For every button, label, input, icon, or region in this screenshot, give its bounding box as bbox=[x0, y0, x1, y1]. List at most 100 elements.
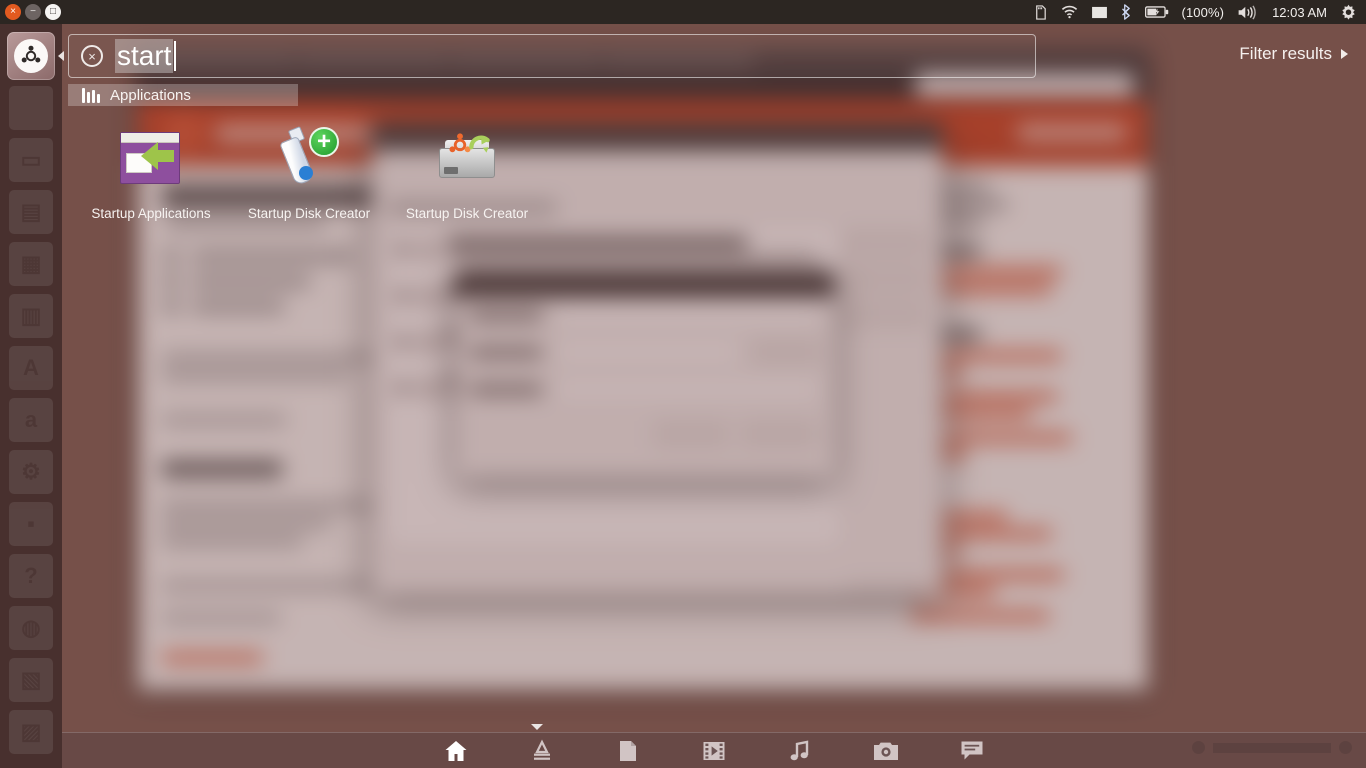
page-paragraph bbox=[162, 613, 280, 623]
result-label: Startup Disk Creator bbox=[247, 206, 371, 221]
startup-item-icon bbox=[420, 241, 437, 259]
launcher-item-system-settings[interactable]: ⚙ bbox=[7, 448, 55, 496]
minimize-icon[interactable]: − bbox=[25, 4, 41, 20]
launcher-item-software-center[interactable]: A bbox=[7, 344, 55, 392]
dash-lens-bar[interactable] bbox=[62, 732, 1366, 768]
startup-list-item bbox=[387, 227, 840, 273]
dialog-comment-row bbox=[456, 371, 834, 407]
dialog-actions bbox=[456, 407, 834, 461]
usb-creator-gtk-icon: + bbox=[277, 126, 341, 190]
launcher-item-terminal[interactable]: ▪ bbox=[7, 500, 55, 548]
maximize-icon[interactable]: □ bbox=[45, 4, 61, 20]
launcher-item-list[interactable]: ▭ ▤ ▦ ▥ Aa ⚙ ▪? ◍ ▧ ▨ bbox=[0, 84, 62, 756]
meta-icon bbox=[162, 299, 180, 313]
launcher-item-help-tile: ? bbox=[9, 554, 53, 598]
launcher-item-libreoffice-calc[interactable]: ▦ bbox=[7, 240, 55, 288]
meta-icon bbox=[162, 249, 180, 263]
dialog-command-input bbox=[554, 341, 740, 363]
lens-applications[interactable] bbox=[529, 738, 555, 764]
dialog-name-label bbox=[470, 309, 542, 321]
battery-icon[interactable] bbox=[1144, 5, 1169, 19]
lens-photos[interactable] bbox=[873, 738, 899, 764]
startup-add-button bbox=[842, 230, 926, 256]
panel-indicators[interactable]: (100%) 12:03 AM bbox=[1033, 4, 1366, 21]
top-panel[interactable]: × − □ (100%) 12:03 AM bbox=[0, 0, 1366, 24]
category-label: Applications bbox=[110, 86, 191, 104]
launcher-item-terminal-tile: ▪ bbox=[9, 502, 53, 546]
category-header-applications[interactable]: Applications bbox=[68, 84, 1348, 106]
startup-edit-button bbox=[842, 302, 926, 328]
dialog-comment-input bbox=[554, 378, 820, 400]
bluetooth-icon[interactable] bbox=[1121, 4, 1132, 20]
launcher-item-libreoffice-calc-tile: ▦ bbox=[9, 242, 53, 286]
clear-search-icon[interactable]: × bbox=[81, 45, 103, 67]
lens-video[interactable] bbox=[701, 738, 727, 764]
dialog-name-row bbox=[456, 297, 834, 333]
launcher-item-firefox[interactable] bbox=[7, 84, 55, 132]
site-action-button bbox=[1018, 124, 1126, 141]
startup-close-button bbox=[848, 582, 926, 594]
status-dot bbox=[1192, 741, 1205, 754]
lens-messages[interactable] bbox=[959, 738, 985, 764]
backdrop-blur-layer bbox=[0, 0, 1366, 768]
dialog-cancel-button bbox=[654, 421, 728, 447]
startup-item-icon bbox=[420, 379, 437, 397]
launcher-item-firefox-tile bbox=[9, 86, 53, 130]
result-label: Startup Applications bbox=[91, 206, 211, 221]
result-label: Startup Disk Creator bbox=[405, 206, 529, 221]
search-input[interactable]: × start bbox=[68, 34, 1036, 78]
search-input-value[interactable]: start bbox=[115, 39, 174, 73]
launcher-item-libreoffice-impress[interactable]: ▥ bbox=[7, 292, 55, 340]
page-paragraph bbox=[162, 415, 286, 425]
meta-text bbox=[192, 300, 284, 312]
page-paragraph bbox=[162, 537, 302, 547]
dialog-name-input bbox=[554, 304, 820, 326]
status-text bbox=[1213, 742, 1331, 753]
session-gear-icon[interactable] bbox=[1340, 4, 1357, 21]
launcher-item-startup-disk-creator[interactable]: ◍ bbox=[7, 604, 55, 652]
clock-label[interactable]: 12:03 AM bbox=[1272, 5, 1327, 20]
dialog-comment-label bbox=[470, 383, 542, 395]
launcher-item-files[interactable]: ▭ bbox=[7, 136, 55, 184]
battery-percent-label: (100%) bbox=[1181, 4, 1225, 20]
network-wifi-icon[interactable] bbox=[1061, 5, 1078, 19]
lens-files[interactable] bbox=[615, 738, 641, 764]
result-item[interactable]: + Startup Disk Creator bbox=[230, 118, 388, 221]
volume-icon[interactable] bbox=[1237, 4, 1259, 20]
startup-checkbox bbox=[396, 335, 410, 349]
sidebar-link bbox=[911, 611, 1049, 621]
search-results[interactable]: Startup Applications + Startup Disk Crea… bbox=[72, 118, 546, 221]
unity-launcher[interactable]: ▭ ▤ ▦ ▥ Aa ⚙ ▪? ◍ ▧ ▨ bbox=[0, 24, 64, 768]
launcher-item-libreoffice-writer-tile: ▤ bbox=[9, 190, 53, 234]
meta-text bbox=[192, 275, 310, 287]
page-sidebar bbox=[911, 176, 1126, 628]
startup-checkbox bbox=[396, 381, 410, 395]
launcher-item-trash[interactable]: ▨ bbox=[7, 708, 55, 756]
launcher-item-startup-disk-creator-tile: ◍ bbox=[9, 606, 53, 650]
launcher-item-files-tile: ▭ bbox=[9, 138, 53, 182]
launcher-item-help[interactable]: ? bbox=[7, 552, 55, 600]
dialog-browse-button bbox=[752, 340, 820, 364]
launcher-item-amazon[interactable]: a bbox=[7, 396, 55, 444]
applications-lens-icon bbox=[82, 87, 100, 103]
launcher-item-libreoffice-writer[interactable]: ▤ bbox=[7, 188, 55, 236]
launcher-item-workspace-switcher[interactable]: ▧ bbox=[7, 656, 55, 704]
media-sd-card-icon[interactable] bbox=[1033, 4, 1048, 20]
meta-text bbox=[192, 250, 352, 262]
window-controls[interactable]: × − □ bbox=[0, 4, 61, 20]
plus-badge-icon: + bbox=[309, 127, 339, 157]
close-icon[interactable]: × bbox=[5, 4, 21, 20]
lens-music[interactable] bbox=[787, 738, 813, 764]
add-startup-program-dialog bbox=[456, 271, 834, 477]
filter-results-button[interactable]: Filter results bbox=[1239, 44, 1348, 64]
lens-home[interactable] bbox=[443, 738, 469, 764]
page-paragraph bbox=[162, 501, 372, 511]
launcher-item-system-settings-tile: ⚙ bbox=[9, 450, 53, 494]
lens-bar-status bbox=[1192, 741, 1352, 754]
result-item[interactable]: Startup Disk Creator bbox=[388, 118, 546, 221]
keyboard-indicator-icon[interactable] bbox=[1091, 6, 1108, 19]
search-caret bbox=[174, 41, 177, 71]
dialog-add-button bbox=[742, 421, 816, 447]
dash-home-button[interactable] bbox=[7, 32, 64, 80]
result-item[interactable]: Startup Applications bbox=[72, 118, 230, 221]
